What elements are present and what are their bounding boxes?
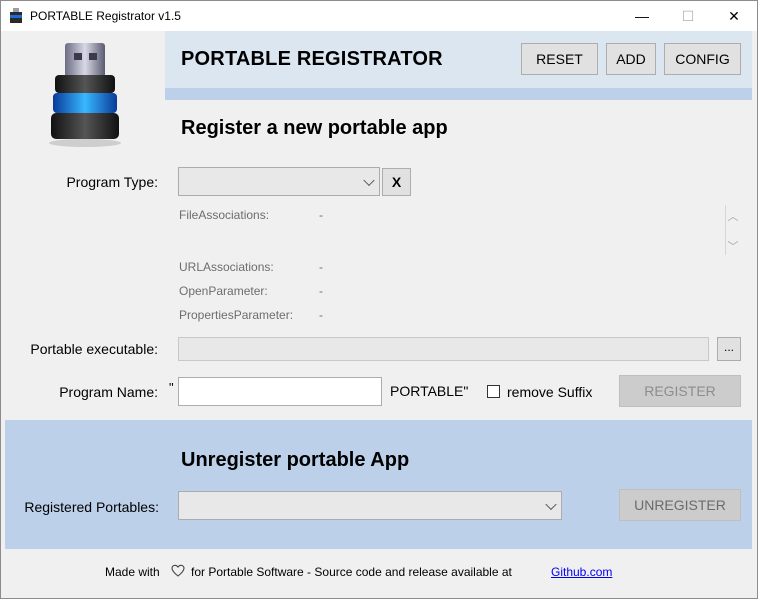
clear-program-type-button[interactable]: X xyxy=(382,168,411,196)
browse-button[interactable]: ... xyxy=(717,337,741,361)
minimize-button[interactable]: — xyxy=(619,1,665,31)
info-key-url-associations: URLAssociations: xyxy=(179,260,274,274)
unregister-band xyxy=(5,420,752,549)
usb-stick-icon xyxy=(49,43,121,147)
portable-executable-label: Portable executable: xyxy=(30,341,158,357)
scroll-up-icon[interactable]: ︿ xyxy=(727,208,739,223)
register-button[interactable]: REGISTER xyxy=(619,375,741,407)
title-bar: PORTABLE Registrator v1.5 — ☐ ✕ xyxy=(1,1,757,31)
program-type-label: Program Type: xyxy=(66,174,158,190)
close-button[interactable]: ✕ xyxy=(711,1,757,31)
info-value-properties-parameter: - xyxy=(319,308,323,322)
program-name-open-quote: " xyxy=(169,380,174,395)
window-title: PORTABLE Registrator v1.5 xyxy=(30,9,181,23)
register-section-title: Register a new portable app xyxy=(181,117,448,139)
remove-suffix-label[interactable]: remove Suffix xyxy=(507,384,592,400)
header-accent-strip xyxy=(165,88,752,100)
app-heading: PORTABLE REGISTRATOR xyxy=(181,48,443,70)
info-value-file-associations: - xyxy=(319,208,323,222)
info-key-file-associations: FileAssociations: xyxy=(179,208,270,222)
program-name-label: Program Name: xyxy=(59,384,158,400)
heart-icon xyxy=(171,564,185,577)
info-key-open-parameter: OpenParameter: xyxy=(179,284,268,298)
github-link[interactable]: Github.com xyxy=(551,565,612,579)
reset-button[interactable]: RESET xyxy=(521,43,598,75)
chevron-down-icon xyxy=(545,498,557,510)
maximize-button[interactable]: ☐ xyxy=(665,1,711,31)
app-icon xyxy=(10,8,22,23)
footer-text: for Portable Software - Source code and … xyxy=(191,565,512,579)
chevron-down-icon xyxy=(363,174,375,186)
info-key-properties-parameter: PropertiesParameter: xyxy=(179,308,294,322)
registered-portables-select[interactable] xyxy=(178,491,562,520)
portable-executable-field[interactable] xyxy=(178,337,709,361)
registered-portables-label: Registered Portables: xyxy=(24,499,159,515)
portable-suffix-text: PORTABLE" xyxy=(390,383,469,399)
program-type-select[interactable] xyxy=(178,167,380,196)
scroll-down-icon[interactable]: ﹀ xyxy=(727,238,739,253)
config-button[interactable]: CONFIG xyxy=(664,43,741,75)
add-button[interactable]: ADD xyxy=(606,43,656,75)
unregister-section-title: Unregister portable App xyxy=(181,449,410,471)
app-window: PORTABLE Registrator v1.5 — ☐ ✕ PORTABLE… xyxy=(0,0,758,599)
footer-made-with: Made with xyxy=(105,565,160,579)
info-value-open-parameter: - xyxy=(319,284,323,298)
info-value-url-associations: - xyxy=(319,260,323,274)
main-content: PORTABLE REGISTRATOR RESET ADD CONFIG Re… xyxy=(1,31,757,598)
info-scroll-divider xyxy=(725,205,726,255)
unregister-button[interactable]: UNREGISTER xyxy=(619,489,741,521)
remove-suffix-checkbox[interactable] xyxy=(487,385,500,398)
program-name-input[interactable] xyxy=(178,377,382,406)
